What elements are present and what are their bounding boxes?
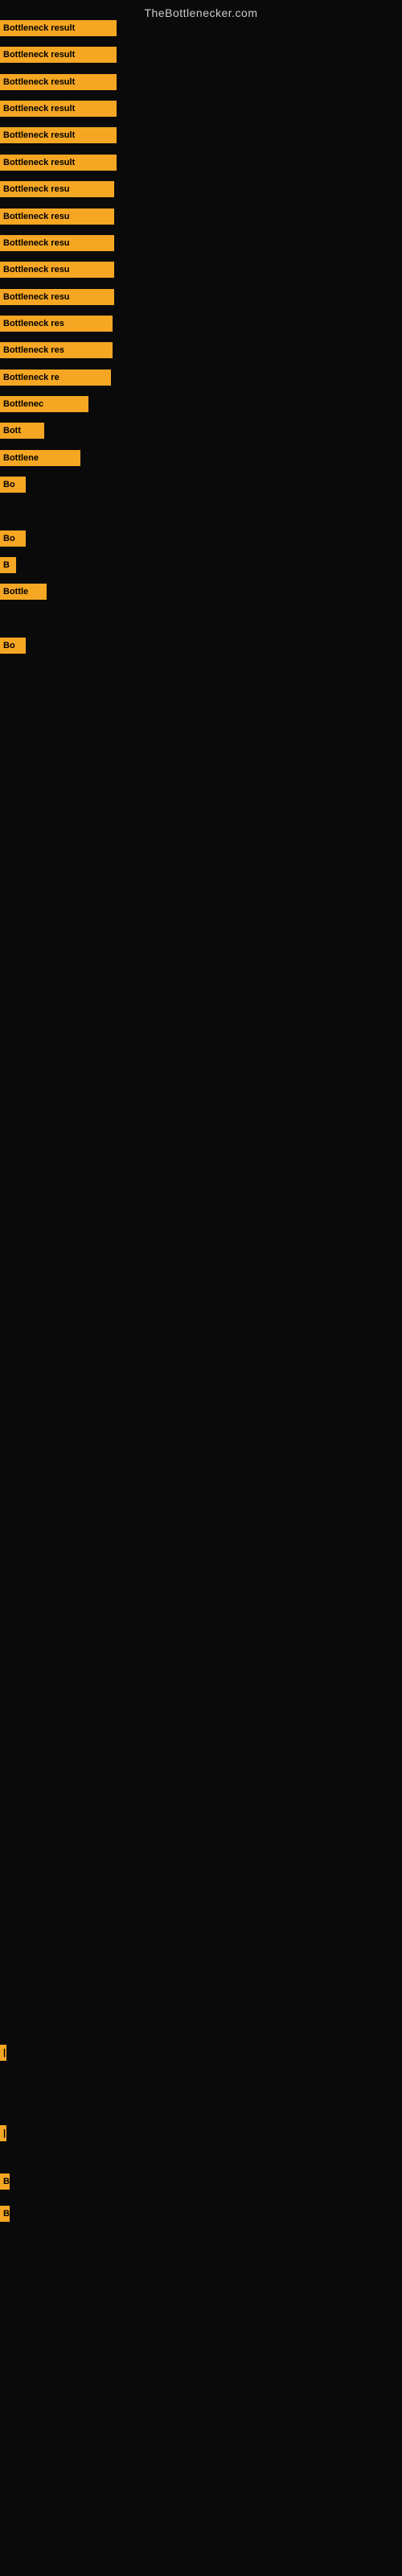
bottleneck-bar: Bo bbox=[0, 477, 26, 493]
bottleneck-bar: Bottleneck result bbox=[0, 47, 117, 63]
bottleneck-bar: | bbox=[0, 2125, 6, 2141]
bottleneck-bar: Bottleneck res bbox=[0, 342, 113, 358]
bottleneck-bar: Bo bbox=[0, 638, 26, 654]
bottleneck-bar: B bbox=[0, 2206, 10, 2222]
bottleneck-bar: Bottleneck result bbox=[0, 20, 117, 36]
bottleneck-bar: B bbox=[0, 557, 16, 573]
bottleneck-bar: Bott bbox=[0, 423, 44, 439]
bottleneck-bar: Bottleneck result bbox=[0, 155, 117, 171]
bottleneck-bar: Bottleneck resu bbox=[0, 181, 114, 197]
bottleneck-bar: Bottleneck resu bbox=[0, 235, 114, 251]
bottleneck-bar: Bo bbox=[0, 530, 26, 547]
bottleneck-bar: Bottlene bbox=[0, 450, 80, 466]
bottleneck-bar: Bottleneck res bbox=[0, 316, 113, 332]
bottleneck-bar: | bbox=[0, 2045, 6, 2061]
bottleneck-bar: Bottleneck resu bbox=[0, 208, 114, 225]
bottleneck-bar: Bottleneck result bbox=[0, 101, 117, 117]
bottleneck-bar: Bottleneck resu bbox=[0, 289, 114, 305]
bottleneck-bar: Bottle bbox=[0, 584, 47, 600]
bottleneck-bar: Bottleneck resu bbox=[0, 262, 114, 278]
bottleneck-bar: Bottlenec bbox=[0, 396, 88, 412]
bottleneck-bar: Bottleneck result bbox=[0, 74, 117, 90]
bottleneck-bar: Bottleneck re bbox=[0, 369, 111, 386]
bottleneck-bar: Bottleneck result bbox=[0, 127, 117, 143]
bottleneck-bar: B bbox=[0, 2174, 10, 2190]
